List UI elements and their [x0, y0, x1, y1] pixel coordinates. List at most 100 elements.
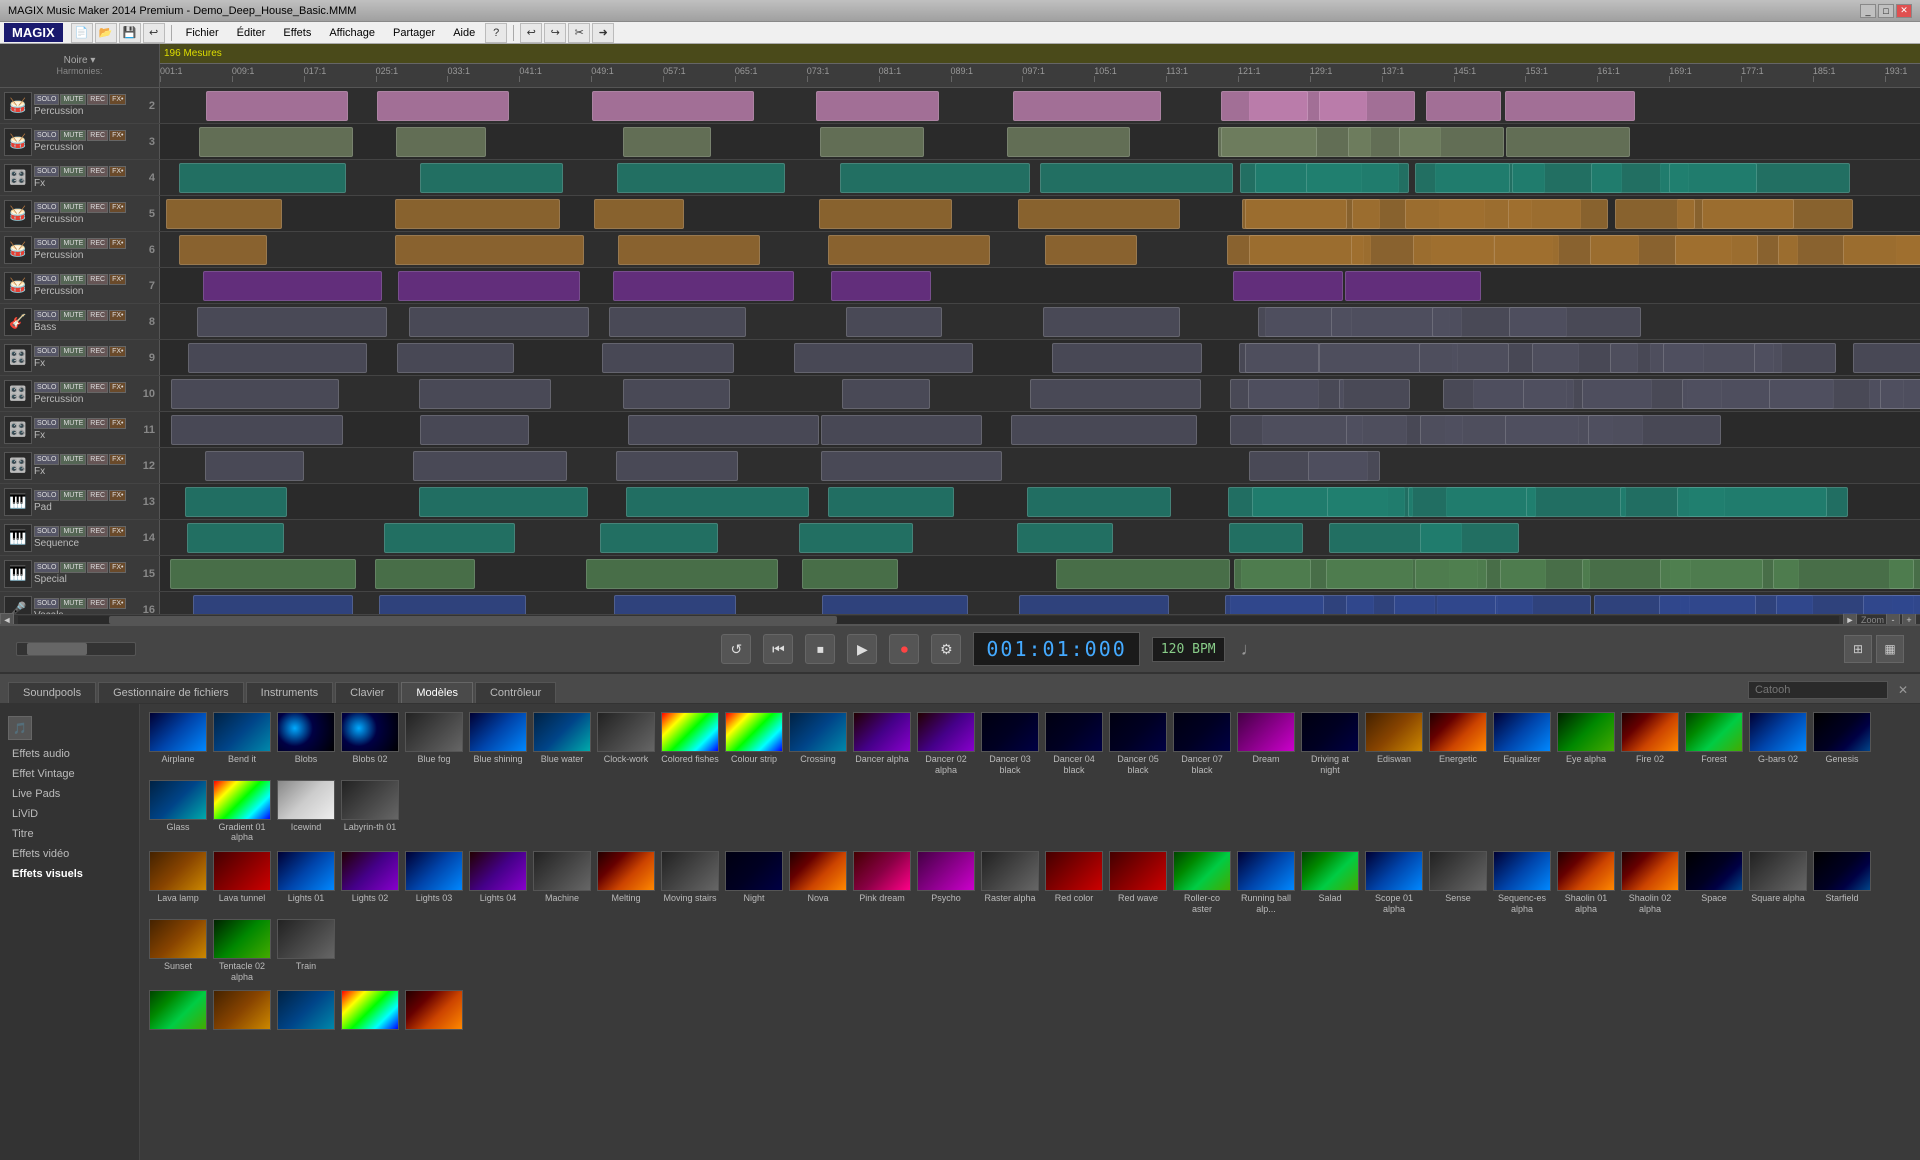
clip-7-2[interactable] — [613, 271, 794, 301]
media-item-lights-02[interactable]: Lights 02 — [340, 851, 400, 915]
category-vintage[interactable]: Effet Vintage — [0, 764, 139, 784]
media-item-dancer-04-black[interactable]: Dancer 04 black — [1044, 712, 1104, 776]
media-item-red-wave[interactable]: Red wave — [1108, 851, 1168, 915]
media-item-item-r3-5[interactable] — [404, 990, 464, 1032]
media-item-driving-at-night[interactable]: Driving at night — [1300, 712, 1360, 776]
media-item-moving-stairs[interactable]: Moving stairs — [660, 851, 720, 915]
media-item-dancer-07-black[interactable]: Dancer 07 black — [1172, 712, 1232, 776]
clip-6-2[interactable] — [618, 235, 760, 265]
clip-9-1[interactable] — [397, 343, 515, 373]
media-item-train[interactable]: Train — [276, 919, 336, 983]
minimize-button[interactable]: _ — [1860, 4, 1876, 18]
redo-button[interactable]: ↪ — [544, 23, 566, 43]
clip-16-1[interactable] — [379, 595, 526, 614]
solo-button-12[interactable]: SOLO — [34, 454, 59, 465]
clip2-10-0[interactable] — [1248, 379, 1343, 409]
clip-6-3[interactable] — [828, 235, 990, 265]
clip-3-1[interactable] — [396, 127, 486, 157]
clip2-10-1[interactable] — [1339, 379, 1410, 409]
clip2-15-3[interactable] — [1500, 559, 1591, 589]
clip-10-2[interactable] — [623, 379, 730, 409]
media-item-gradient-01-alpha[interactable]: Gradient 01 alpha — [212, 780, 272, 844]
clip2-15-0[interactable] — [1234, 559, 1311, 589]
clip2-9-6[interactable] — [1754, 343, 1836, 373]
rec-button-5[interactable]: REC — [87, 202, 108, 213]
metronome-icon[interactable]: ♩ — [1241, 639, 1259, 660]
mute-button-12[interactable]: MUTE — [60, 454, 86, 465]
clip2-2-3[interactable] — [1505, 91, 1635, 121]
clip2-13-1[interactable] — [1327, 487, 1413, 517]
clip2-14-2[interactable] — [1420, 523, 1519, 553]
clip-5-3[interactable] — [819, 199, 953, 229]
clip-14-2[interactable] — [600, 523, 717, 553]
fx-button-8[interactable]: FX• — [109, 310, 126, 321]
menu-aide[interactable]: Aide — [445, 25, 483, 41]
clip2-11-0[interactable] — [1230, 415, 1363, 445]
clip2-4-2[interactable] — [1415, 163, 1510, 193]
category-titre[interactable]: Titre — [0, 824, 139, 844]
mute-button-13[interactable]: MUTE — [60, 490, 86, 501]
clip2-5-4[interactable] — [1615, 199, 1695, 229]
clip2-3-2[interactable] — [1399, 127, 1504, 157]
media-item-rollercoaster-aster[interactable]: Roller-co aster — [1172, 851, 1232, 915]
clip2-4-5[interactable] — [1669, 163, 1758, 193]
media-item-energetic[interactable]: Energetic — [1428, 712, 1488, 776]
clip-13-1[interactable] — [419, 487, 588, 517]
track-content-3[interactable] — [160, 124, 1920, 159]
fx-button-3[interactable]: FX• — [109, 130, 126, 141]
horizontal-scrollbar[interactable]: ◄ ► Zoom - + — [0, 614, 1920, 624]
media-item-g-bars-02[interactable]: G-bars 02 — [1748, 712, 1808, 776]
track-content-16[interactable] — [160, 592, 1920, 614]
solo-button-2[interactable]: SOLO — [34, 94, 59, 105]
media-item-shaolin-01-alpha[interactable]: Shaolin 01 alpha — [1556, 851, 1616, 915]
media-item-glass[interactable]: Glass — [148, 780, 208, 844]
clip-4-2[interactable] — [617, 163, 785, 193]
fx-button-7[interactable]: FX• — [109, 274, 126, 285]
clip2-6-0[interactable] — [1249, 235, 1364, 265]
media-item-raster-alpha[interactable]: Raster alpha — [980, 851, 1040, 915]
panel-close-button[interactable]: ✕ — [1894, 683, 1912, 697]
fx-button-10[interactable]: FX• — [109, 382, 126, 393]
rec-button-3[interactable]: REC — [87, 130, 108, 141]
media-item-labyrinth-01[interactable]: Labyrin-th 01 — [340, 780, 400, 844]
mute-button-5[interactable]: MUTE — [60, 202, 86, 213]
clip2-2-0[interactable] — [1221, 91, 1308, 121]
media-item-dancer-alpha[interactable]: Dancer alpha — [852, 712, 912, 776]
fx-button-16[interactable]: FX• — [109, 598, 126, 609]
solo-button-4[interactable]: SOLO — [34, 166, 59, 177]
clip2-2-1[interactable] — [1319, 91, 1415, 121]
media-item-running-ball[interactable]: Running ball alp... — [1236, 851, 1296, 915]
clip-13-2[interactable] — [626, 487, 810, 517]
scrollbar-thumb[interactable] — [109, 616, 837, 624]
clip-3-4[interactable] — [1007, 127, 1130, 157]
media-item-nova[interactable]: Nova — [788, 851, 848, 915]
clip-12-0[interactable] — [205, 451, 304, 481]
clip-8-3[interactable] — [846, 307, 942, 337]
clip2-4-1[interactable] — [1306, 163, 1409, 193]
mute-button-10[interactable]: MUTE — [60, 382, 86, 393]
clip2-8-3[interactable] — [1509, 307, 1640, 337]
clip2-14-0[interactable] — [1229, 523, 1303, 553]
fx-button-15[interactable]: FX• — [109, 562, 126, 573]
sidebar-icon-button[interactable]: 🎵 — [8, 716, 32, 740]
media-item-clockwork[interactable]: Clock-work — [596, 712, 656, 776]
clip-9-4[interactable] — [1052, 343, 1202, 373]
rec-button-10[interactable]: REC — [87, 382, 108, 393]
media-item-airplane[interactable]: Airplane — [148, 712, 208, 776]
solo-button-11[interactable]: SOLO — [34, 418, 59, 429]
solo-button-15[interactable]: SOLO — [34, 562, 59, 573]
rec-button-15[interactable]: REC — [87, 562, 108, 573]
media-item-item-r3-4[interactable] — [340, 990, 400, 1032]
media-item-blobs-02[interactable]: Blobs 02 — [340, 712, 400, 776]
clip-9-8[interactable] — [1853, 343, 1920, 373]
clip-10-0[interactable] — [171, 379, 338, 409]
undo-button[interactable]: ↩ — [143, 23, 165, 43]
clip2-12-1[interactable] — [1308, 451, 1380, 481]
solo-button-13[interactable]: SOLO — [34, 490, 59, 501]
track-content-13[interactable] — [160, 484, 1920, 519]
solo-button-5[interactable]: SOLO — [34, 202, 59, 213]
clip2-13-3[interactable] — [1526, 487, 1626, 517]
clip-4-4[interactable] — [1040, 163, 1233, 193]
rec-button-13[interactable]: REC — [87, 490, 108, 501]
clip-13-0[interactable] — [185, 487, 288, 517]
